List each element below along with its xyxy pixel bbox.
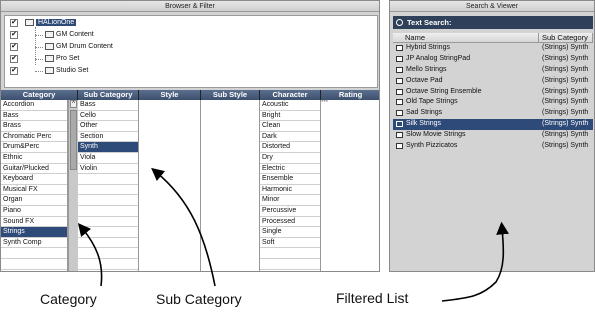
caption-sub-category: Sub Category [156, 291, 242, 307]
callout-arrows [77, 167, 509, 302]
caption-category: Category [40, 291, 97, 307]
caption-filtered-list: Filtered List [336, 290, 409, 306]
